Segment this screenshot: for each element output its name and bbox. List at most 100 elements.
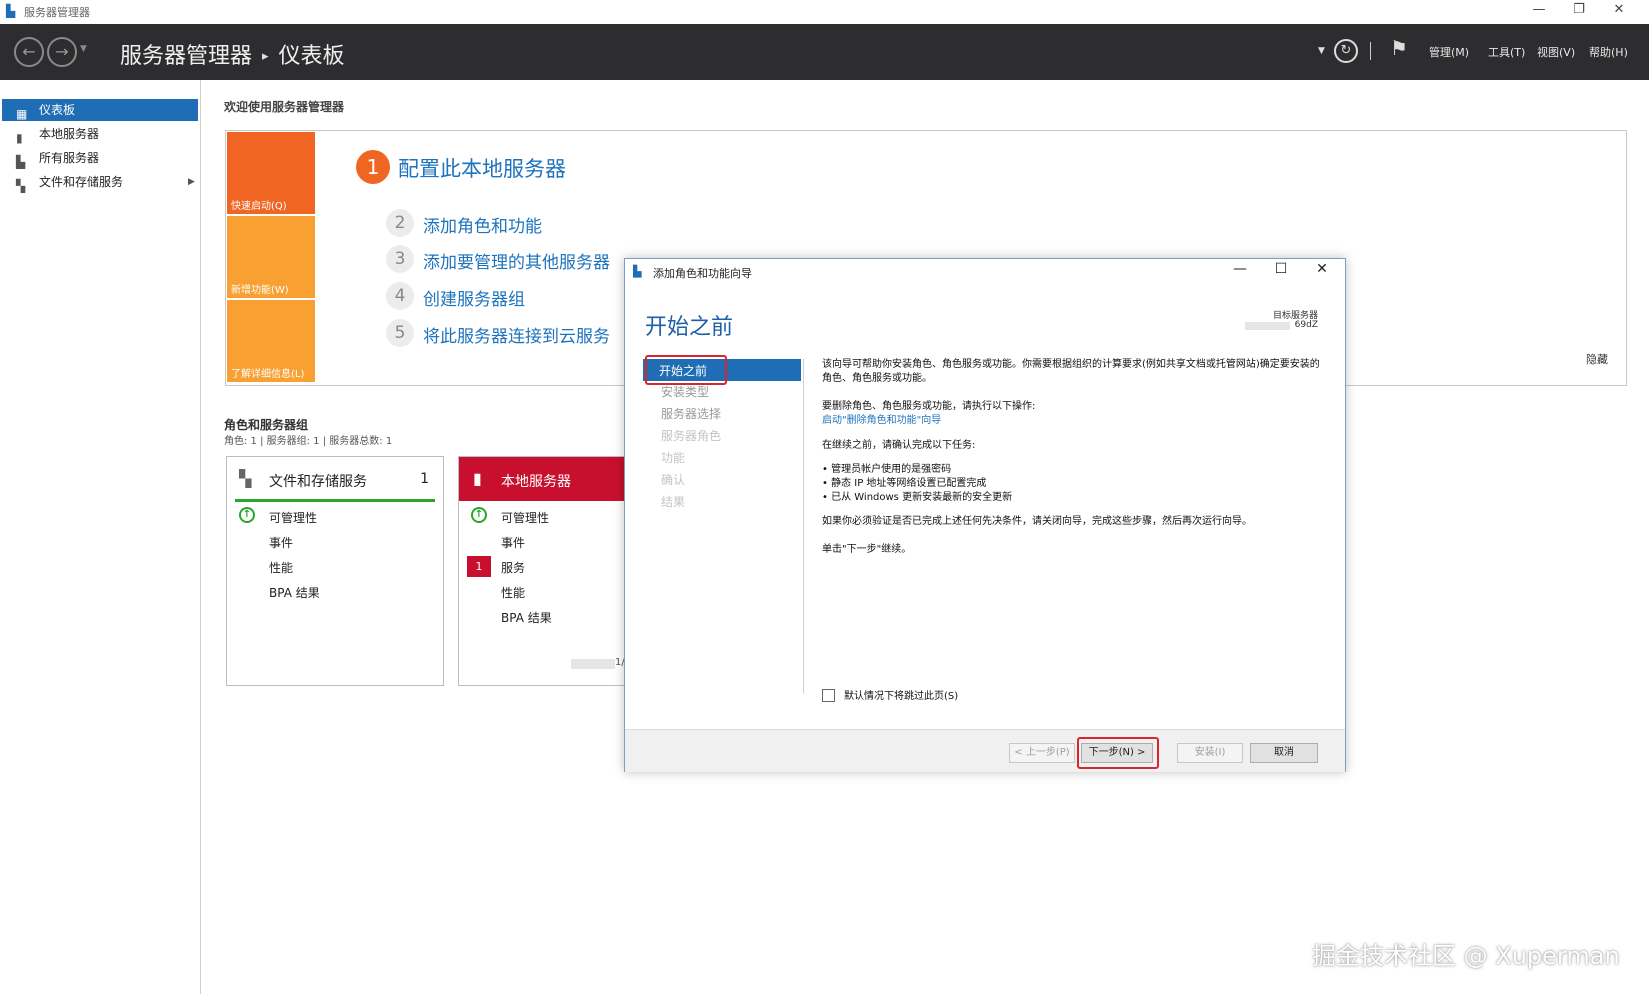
history-dropdown-icon[interactable]: ▼ [80,44,87,54]
step-add-roles[interactable]: 添加角色和功能 [423,212,542,237]
dialog-footer: < 上一步(P) 下一步(N) > 安装(I) 取消 [625,729,1345,772]
card-row-bpa[interactable]: BPA 结果 [501,609,552,626]
intro-paragraph: 该向导可帮助你安装角色、角色服务或功能。你需要根据组织的计算要求(例如共享文档或… [822,359,1320,384]
role-card-file-storage[interactable]: ▚ 文件和存储服务 1 ↑ 可管理性 事件 性能 BPA 结果 [226,456,444,686]
ok-up-arrow-icon: ↑ [239,507,255,523]
step-create-group[interactable]: 创建服务器组 [423,285,525,310]
ok-up-arrow-icon: ↑ [471,507,487,523]
step-configure-local-server[interactable]: 配置此本地服务器 [398,153,566,183]
prereq-text: 已从 Windows 更新安装最新的安全更新 [831,492,1013,503]
storage-icon: ▚ [16,179,26,193]
dialog-minimize-icon[interactable]: — [1225,261,1255,277]
sidebar-item-all-servers[interactable]: ▙ 所有服务器 [2,147,198,169]
skip-page-label[interactable]: 默认情况下将跳过此页(S) [844,687,958,702]
blurred-text [1245,322,1290,330]
watermark: 掘金技术社区 @ Xuperman [1312,942,1620,970]
app-icon: ▙ [6,4,16,18]
wizard-nav-confirmation: 确认 [661,473,686,487]
sidebar-item-label: 仪表板 [39,103,76,117]
back-button[interactable]: ← [14,37,44,67]
servers-icon: ▙ [16,155,26,169]
dialog-title: 添加角色和功能向导 [653,267,752,280]
menu-tools[interactable]: 工具(T) [1488,44,1525,60]
card-row-services[interactable]: 服务 [501,559,525,576]
skip-page-checkbox[interactable] [822,689,835,702]
step-connect-cloud[interactable]: 将此服务器连接到云服务 [423,322,610,347]
sidebar-item-label: 所有服务器 [39,151,100,165]
roles-summary: 角色: 1 | 服务器组: 1 | 服务器总数: 1 [224,436,393,447]
app-header: ← → ▼ 服务器管理器 ▸ 仪表板 ▼ ↻ ⚑ 管理(M) 工具(T) 视图(V)… [0,24,1649,80]
annotation-highlight [1077,737,1159,769]
expand-arrow-icon[interactable]: ▶ [188,171,195,193]
page-title: 仪表板 [278,44,345,69]
minimize-icon[interactable]: — [1524,2,1554,17]
menu-help[interactable]: 帮助(H) [1589,44,1628,60]
install-button[interactable]: 安装(I) [1177,743,1243,763]
blurred-text [571,659,615,669]
card-header[interactable]: ▚ 文件和存储服务 1 [227,457,443,502]
prereq-item: • 静态 IP 地址等网络设置已配置完成 [822,478,987,489]
card-row-events[interactable]: 事件 [501,534,525,551]
close-icon[interactable]: ✕ [1604,2,1634,17]
dropdown-icon[interactable]: ▼ [1318,46,1325,56]
card-row-performance[interactable]: 性能 [269,559,293,576]
tile-whats-new[interactable]: 新增功能(W) [227,216,315,298]
card-row-manageability[interactable]: 可管理性 [269,509,317,526]
step-number: 5 [386,319,414,347]
card-row-bpa[interactable]: BPA 结果 [269,584,320,601]
forward-button[interactable]: → [47,37,77,67]
card-count: 1 [420,471,429,487]
card-row-manageability[interactable]: 可管理性 [501,509,549,526]
sidebar-item-dashboard[interactable]: ▦ 仪表板 [2,99,198,121]
destination-server-name: 69dZ [1294,320,1318,330]
wizard-nav-results: 结果 [661,495,686,509]
notifications-flag-icon[interactable]: ⚑ [1390,36,1408,60]
os-titlebar: ▙ 服务器管理器 — ❐ ✕ [0,0,1649,25]
remove-wizard-link[interactable]: 启动"删除角色和功能"向导 [822,414,941,428]
card-title: 本地服务器 [501,474,571,490]
prereq-paragraph: 在继续之前，请确认完成以下任务: [822,440,976,451]
cancel-button[interactable]: 取消 [1250,743,1318,763]
window-title: 服务器管理器 [24,6,90,19]
prereq-text: 静态 IP 地址等网络设置已配置完成 [831,478,987,489]
wizard-nav-server-selection[interactable]: 服务器选择 [661,405,721,422]
remove-paragraph: 要删除角色、角色服务或功能，请执行以下操作: [822,401,1036,412]
wizard-nav-features: 功能 [661,451,686,465]
tile-learn-more[interactable]: 了解详细信息(L) [227,300,315,382]
refresh-icon[interactable]: ↻ [1334,39,1358,63]
tile-quick-start[interactable]: 快速启动(Q) [227,132,315,214]
add-roles-wizard-dialog: ▙ 添加角色和功能向导 — ☐ ✕ 开始之前 目标服务器 69dZ 开始之前 安… [624,258,1346,772]
menu-manage[interactable]: 管理(M) [1429,44,1469,60]
continue-paragraph: 单击"下一步"继续。 [822,544,912,555]
wizard-icon: ▙ [633,265,642,278]
wizard-nav-server-roles: 服务器角色 [661,429,722,443]
breadcrumb-separator-icon: ▸ [262,49,269,64]
prereq-text: 管理员帐户使用的是强密码 [831,464,952,475]
server-icon: ▮ [16,131,23,145]
sidebar: ▦ 仪表板 ▮ 本地服务器 ▙ 所有服务器 ▚ 文件和存储服务 ▶ [0,80,201,994]
annotation-highlight [645,355,727,385]
dialog-maximize-icon[interactable]: ☐ [1266,261,1296,277]
breadcrumb-app: 服务器管理器 [120,44,253,69]
step-number: 4 [386,282,414,310]
tile-label: 了解详细信息(L) [231,369,305,380]
sidebar-item-local-server[interactable]: ▮ 本地服务器 [2,123,198,145]
hide-link[interactable]: 隐藏 [1586,351,1608,367]
server-icon: ▮ [473,469,482,488]
tile-label: 快速启动(Q) [231,201,287,212]
card-row-performance[interactable]: 性能 [501,584,525,601]
sidebar-item-file-storage[interactable]: ▚ 文件和存储服务 ▶ [2,171,198,193]
restore-icon[interactable]: ❐ [1564,2,1594,17]
breadcrumb: 服务器管理器 ▸ 仪表板 [120,38,345,70]
previous-button[interactable]: < 上一步(P) [1009,743,1075,763]
header-divider [1370,42,1371,60]
card-row-events[interactable]: 事件 [269,534,293,551]
dialog-close-icon[interactable]: ✕ [1307,261,1337,277]
wizard-nav-install-type[interactable]: 安装类型 [661,383,709,400]
roles-title: 角色和服务器组 [224,418,309,432]
step-add-servers[interactable]: 添加要管理的其他服务器 [423,248,610,273]
storage-icon: ▚ [239,469,252,488]
welcome-title: 欢迎使用服务器管理器 [224,100,345,114]
menu-view[interactable]: 视图(V) [1537,44,1575,60]
tile-label: 新增功能(W) [231,285,289,296]
